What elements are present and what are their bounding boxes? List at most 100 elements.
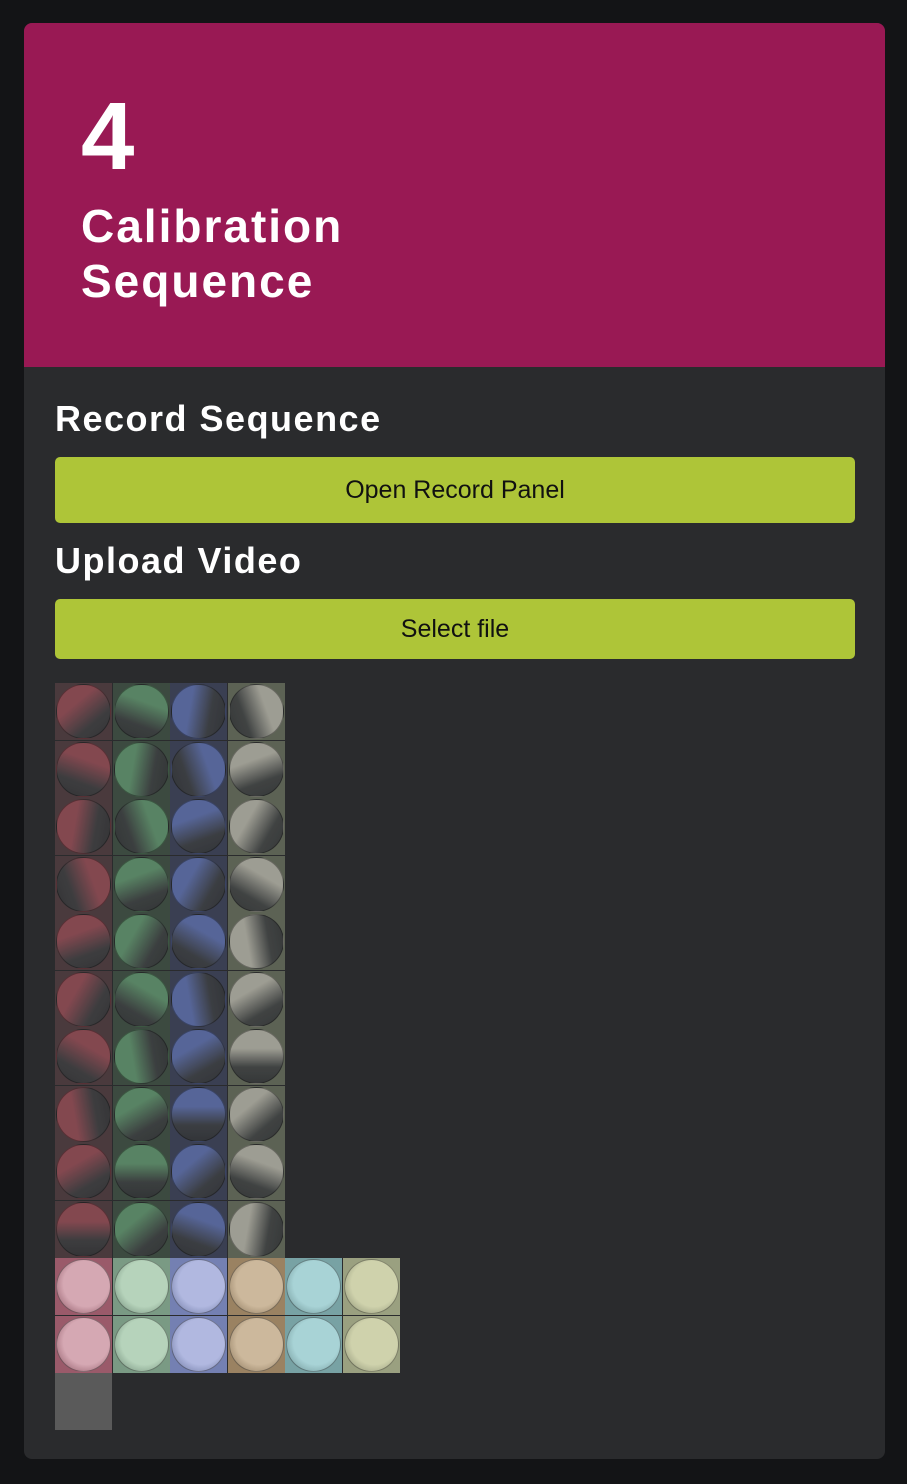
calibration-frame-thumbnail [227,1315,285,1373]
calibration-frame-thumbnail [55,1200,112,1258]
calibration-frame-thumbnail [55,855,112,913]
calibration-frame-thumbnail [285,1258,342,1315]
calibration-sphere [228,1259,284,1314]
calibration-sphere [343,1259,399,1314]
calibration-frame-thumbnail [170,1143,227,1200]
calibration-frame-thumbnail [170,1085,227,1143]
calibration-frame-thumbnail [227,798,285,855]
calibration-sphere [56,1086,111,1142]
open-record-panel-button[interactable]: Open Record Panel [55,457,855,523]
calibration-sphere [228,856,284,912]
calibration-frame-thumbnail [55,1143,112,1200]
calibration-frame-thumbnail [112,683,170,740]
calibration-sphere [286,1316,341,1372]
calibration-sphere [113,1259,169,1314]
step-number: 4 [81,83,135,190]
calibration-frame-thumbnail [112,1143,170,1200]
calibration-frame-thumbnail [55,798,112,855]
record-sequence-heading: Record Sequence [55,398,382,439]
calibration-sphere [171,684,226,739]
calibration-frame-thumbnail [55,1258,112,1315]
calibration-card: 4 Calibration Sequence Record Sequence O… [24,23,885,1459]
calibration-frame-thumbnail [55,740,112,798]
calibration-frame-thumbnail [112,1258,170,1315]
calibration-sphere [228,971,284,1027]
calibration-frame-thumbnail [55,1085,112,1143]
calibration-frame-thumbnail [227,1143,285,1200]
calibration-sphere [228,914,284,969]
calibration-sphere [56,741,111,797]
calibration-sphere [228,799,284,854]
calibration-frame-thumbnail [55,970,112,1028]
calibration-frame-thumbnail [170,913,227,970]
calibration-sphere [113,971,169,1027]
calibration-frame-thumbnail [342,1315,400,1373]
calibration-sphere [113,914,169,969]
calibration-frame-thumbnail [112,913,170,970]
calibration-sphere [56,1144,111,1199]
calibration-sphere [113,1029,169,1084]
calibration-sphere [56,971,111,1027]
calibration-sphere [228,1086,284,1142]
calibration-frame-thumbnail [55,1315,112,1373]
calibration-frame-thumbnail [227,1028,285,1085]
calibration-sphere [113,1086,169,1142]
calibration-frame-thumbnail [227,913,285,970]
calibration-sphere [171,1201,226,1257]
calibration-sphere [56,799,111,854]
calibration-frame-thumbnail [112,1085,170,1143]
calibration-frame-thumbnail [170,683,227,740]
step-title-line-1: Calibration [81,200,344,252]
calibration-sphere [171,1029,226,1084]
upload-video-heading: Upload Video [55,540,303,581]
calibration-sphere [113,1316,169,1372]
calibration-sphere [171,856,226,912]
calibration-frame-thumbnail [170,798,227,855]
calibration-sphere [171,799,226,854]
calibration-sphere [56,684,111,739]
calibration-frame-thumbnail [227,855,285,913]
calibration-sphere [56,1201,111,1257]
calibration-sphere [113,684,169,739]
calibration-frame-thumbnail [170,1315,227,1373]
calibration-sphere [228,741,284,797]
calibration-sphere [228,1029,284,1084]
step-title: Calibration Sequence [81,199,481,309]
calibration-frame-thumbnail [112,970,170,1028]
calibration-sphere [228,1316,284,1372]
calibration-sphere [113,856,169,912]
calibration-sphere [171,914,226,969]
calibration-frame-thumbnail [112,1028,170,1085]
calibration-frame-thumbnail [55,1028,112,1085]
calibration-sphere [171,1259,226,1314]
calibration-sphere [228,684,284,739]
step-header: 4 Calibration Sequence [24,23,885,367]
calibration-frames-grid [55,683,405,1433]
calibration-frame-thumbnail [55,683,112,740]
select-file-button[interactable]: Select file [55,599,855,659]
calibration-sphere [228,1144,284,1199]
calibration-sphere [113,799,169,854]
calibration-sphere [286,1259,341,1314]
calibration-sphere [228,1201,284,1257]
calibration-sphere [56,856,111,912]
calibration-sphere [56,1029,111,1084]
calibration-sphere [113,1201,169,1257]
calibration-sphere [171,1316,226,1372]
calibration-sphere [171,741,226,797]
calibration-frame-thumbnail [55,913,112,970]
step-title-line-2: Sequence [81,255,315,307]
calibration-frame-thumbnail [112,1315,170,1373]
calibration-sphere [113,1144,169,1199]
calibration-sphere [171,971,226,1027]
calibration-sphere [343,1316,399,1372]
calibration-frame-thumbnail [227,1085,285,1143]
empty-frame-placeholder [55,1373,112,1430]
calibration-frame-thumbnail [170,855,227,913]
calibration-frame-thumbnail [112,1200,170,1258]
calibration-frame-thumbnail [112,740,170,798]
calibration-sphere [113,741,169,797]
calibration-frame-thumbnail [227,1200,285,1258]
calibration-frame-thumbnail [227,970,285,1028]
calibration-frame-thumbnail [227,740,285,798]
